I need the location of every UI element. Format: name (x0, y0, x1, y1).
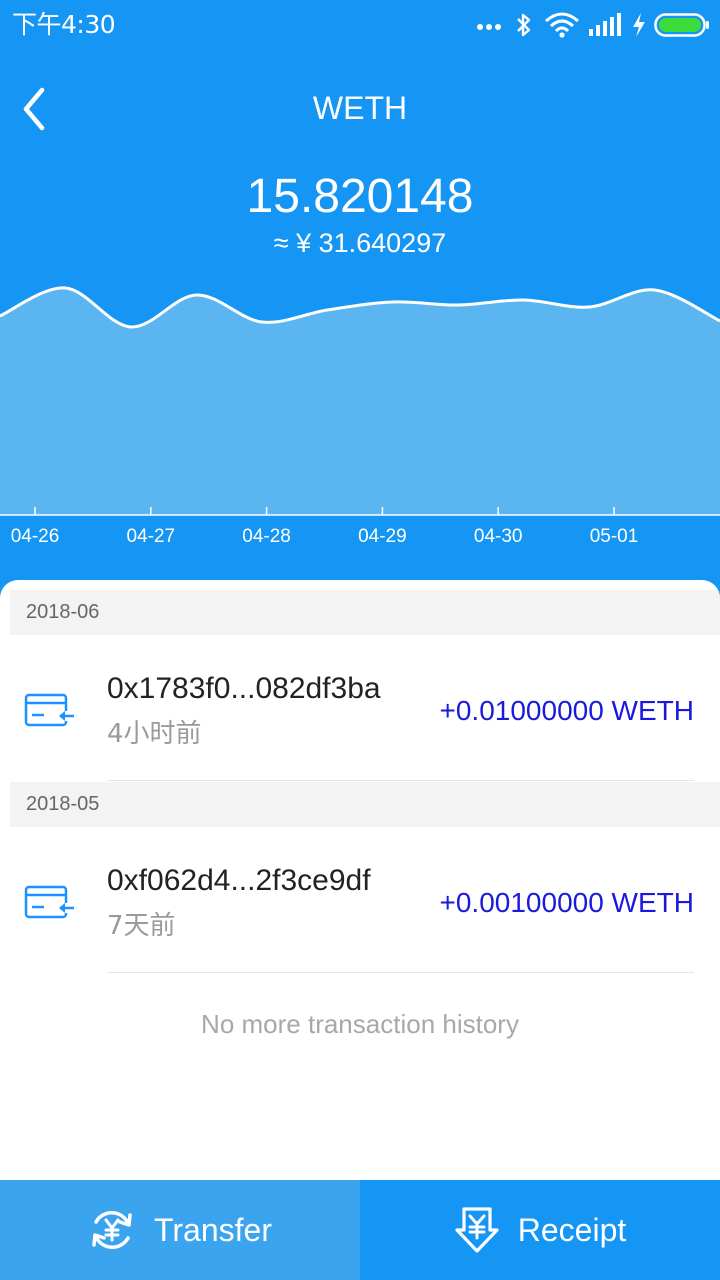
transaction-amount: +0.01000000 WETH (439, 695, 695, 726)
battery-icon (654, 13, 709, 37)
transaction-time: 4小时前 (107, 719, 202, 749)
transaction-row[interactable]: 0x1783f0...082df3ba 4小时前 +0.01000000 WET… (0, 635, 720, 781)
x-tick-label: 04-28 (242, 526, 291, 547)
transaction-time: 7天前 (107, 911, 176, 941)
x-tick-label: 04-27 (126, 526, 175, 547)
page-title: WETH (312, 90, 408, 126)
receipt-label: Receipt (517, 1211, 627, 1248)
status-time: 下午4:30 (12, 10, 116, 39)
yuan-receive-icon (455, 1207, 499, 1253)
end-of-list-text: No more transaction history (201, 1009, 519, 1039)
row-divider (107, 972, 694, 973)
balance-chart: 04-26 04-27 04-28 04-29 04-30 05-01 (0, 286, 720, 547)
wifi-icon (545, 12, 579, 38)
row-divider (107, 780, 694, 781)
charging-bolt-icon (633, 13, 645, 37)
signal-icon (589, 13, 621, 36)
x-tick-label: 04-26 (11, 526, 60, 547)
month-header: 2018-06 (10, 590, 720, 635)
x-tick-label: 04-30 (474, 526, 523, 547)
x-tick-label: 05-01 (590, 526, 639, 547)
chart-area (0, 287, 720, 515)
yuan-exchange-icon (92, 1210, 132, 1250)
status-icons (476, 9, 710, 41)
transaction-amount: +0.00100000 WETH (439, 887, 695, 918)
receipt-button[interactable]: Receipt (360, 1180, 720, 1280)
bluetooth-icon (517, 13, 531, 37)
transaction-list: 2018-06 0x1783f0...082df3ba 4小时前 +0.0100… (0, 580, 720, 1180)
month-header: 2018-05 (10, 782, 720, 827)
transaction-hash: 0xf062d4...2f3ce9df (107, 864, 371, 897)
transaction-row[interactable]: 0xf062d4...2f3ce9df 7天前 +0.00100000 WETH (0, 827, 720, 973)
x-tick-label: 04-29 (358, 526, 407, 547)
receive-card-icon (24, 885, 74, 919)
status-bar: 下午4:30 (0, 0, 720, 50)
bottom-action-bar: Transfer Receipt (0, 1180, 720, 1280)
transfer-label: Transfer (154, 1211, 272, 1248)
more-dots-icon (477, 24, 501, 30)
transfer-button[interactable]: Transfer (0, 1180, 360, 1280)
receive-card-icon (24, 693, 74, 727)
token-balance: 15.820148 (246, 170, 474, 223)
fiat-value: ≈ ¥ 31.640297 (273, 228, 447, 258)
transaction-hash: 0x1783f0...082df3ba (107, 672, 381, 705)
